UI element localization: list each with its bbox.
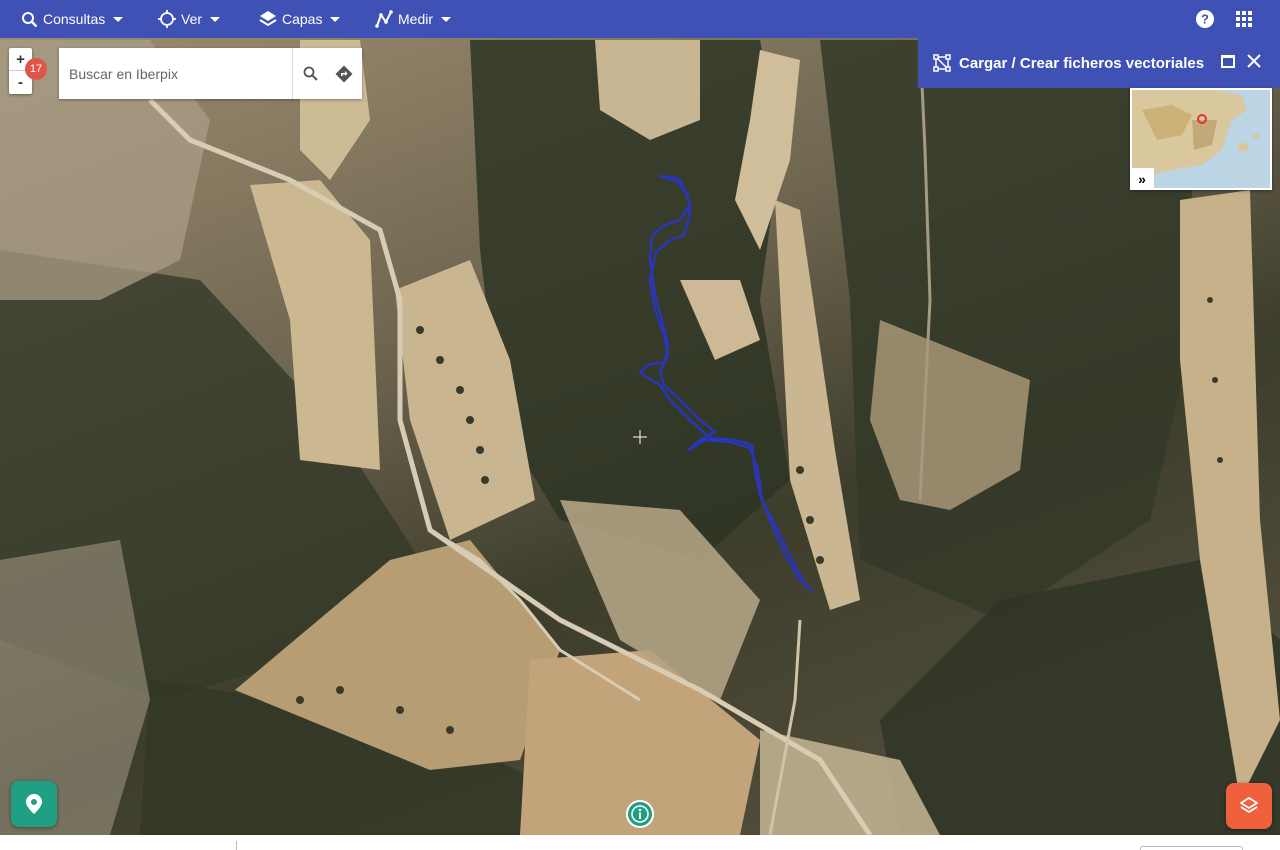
svg-text:?: ?: [1201, 12, 1209, 27]
chevron-down-icon: [113, 16, 124, 22]
medir-label: Medir: [398, 11, 434, 27]
maximize-icon[interactable]: [1221, 55, 1235, 68]
crosshair-target-icon: [158, 10, 176, 28]
layers-button[interactable]: [1226, 783, 1272, 829]
crosshair-icon: [633, 430, 647, 444]
ver-label: Ver: [181, 11, 203, 27]
chevron-down-icon: [441, 16, 452, 22]
bottom-control[interactable]: [1140, 846, 1243, 850]
capas-label: Capas: [282, 11, 323, 27]
capas-menu[interactable]: Capas: [259, 0, 341, 38]
consultas-label: Consultas: [43, 11, 106, 27]
zoom-level-badge: 17: [25, 58, 47, 80]
search-button[interactable]: [293, 48, 327, 99]
help-circle-icon: ?: [1196, 10, 1214, 28]
vector-draw-icon: [933, 54, 951, 72]
chevron-down-icon: [210, 16, 221, 22]
search-icon: [22, 11, 38, 27]
layers-icon: [1240, 797, 1258, 813]
search-input[interactable]: [59, 48, 293, 99]
apps-grid-button[interactable]: [1236, 0, 1252, 38]
overview-toggle-button[interactable]: »: [1130, 168, 1154, 190]
close-icon[interactable]: [1247, 54, 1261, 68]
measure-icon: [375, 10, 393, 28]
consultas-menu[interactable]: Consultas: [21, 0, 124, 38]
vector-files-panel: Cargar / Crear ficheros vectoriales: [918, 38, 1280, 88]
medir-menu[interactable]: Medir: [375, 0, 452, 38]
info-button[interactable]: [626, 800, 654, 828]
search-icon: [303, 66, 318, 81]
layers-icon: [259, 11, 277, 27]
chevron-down-icon: [330, 16, 341, 22]
help-button[interactable]: ?: [1196, 0, 1214, 38]
info-icon: [631, 805, 649, 823]
iberpix-app: Consultas Ver Capas Medir ? + - 17 Busca…: [0, 0, 1280, 850]
search-box: [59, 48, 362, 99]
map-pin-icon: [26, 794, 42, 814]
panel-title: Cargar / Crear ficheros vectoriales: [959, 54, 1205, 72]
location-button[interactable]: [11, 781, 57, 827]
divider: [236, 841, 237, 850]
top-toolbar: Consultas Ver Capas Medir ?: [0, 0, 1280, 38]
route-button[interactable]: [327, 48, 361, 99]
directions-icon: [335, 65, 353, 82]
bottom-bar: [0, 835, 1280, 850]
grid-apps-icon: [1236, 11, 1252, 27]
ver-menu[interactable]: Ver: [158, 0, 221, 38]
